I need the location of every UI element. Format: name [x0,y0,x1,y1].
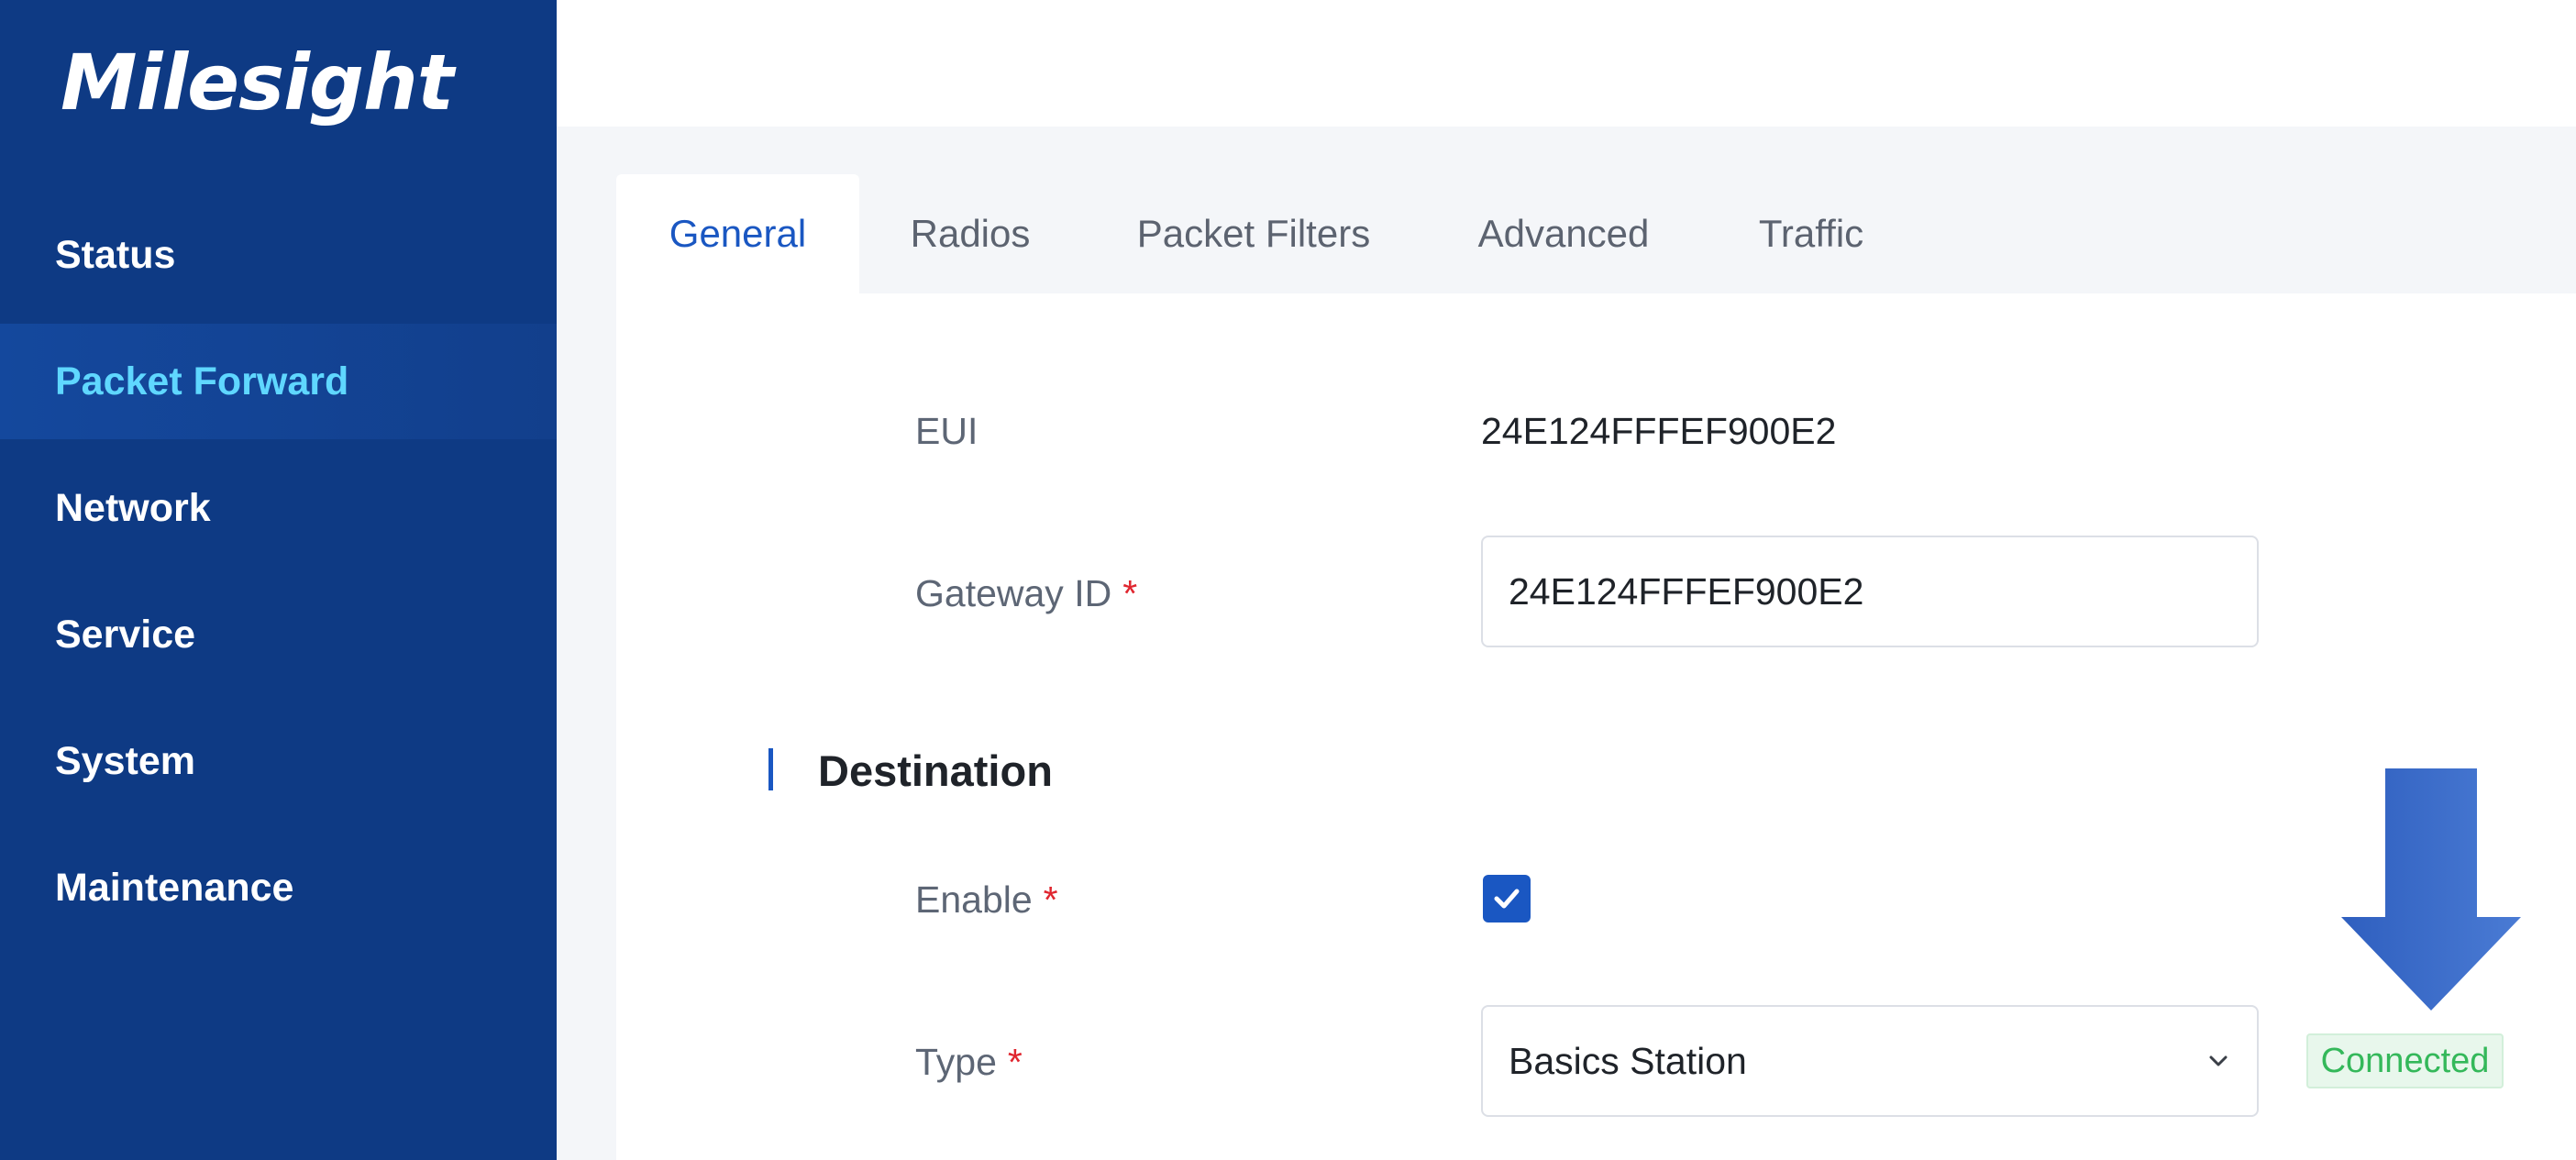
chevron-down-icon [2206,1048,2231,1074]
gateway-id-label: Gateway ID * [915,557,1137,630]
type-label: Type * [915,1025,1023,1099]
section-accent-bar [768,748,773,790]
sidebar-item-status[interactable]: Status [0,197,557,313]
sidebar-item-network[interactable]: Network [0,450,557,566]
sidebar-item-service[interactable]: Service [0,577,557,692]
tab-general[interactable]: General [616,174,859,293]
gateway-id-label-text: Gateway ID [915,571,1112,614]
tab-packet-filters[interactable]: Packet Filters [1111,174,1396,293]
sidebar-item-system[interactable]: System [0,703,557,819]
sidebar-item-packet-forward[interactable]: Packet Forward [0,324,557,439]
eui-value: 24E124FFFEF900E2 [1481,409,1837,452]
enable-label-text: Enable [915,878,1033,921]
tab-radios[interactable]: Radios [879,174,1062,293]
sidebar-item-maintenance[interactable]: Maintenance [0,830,557,945]
sidebar: Milesight Status Packet Forward Network … [0,0,557,1160]
enable-label: Enable * [915,863,1058,936]
tab-traffic[interactable]: Traffic [1733,174,1889,293]
destination-section-title: Destination [818,746,1053,795]
enable-checkbox[interactable] [1483,875,1531,922]
milesight-logo: Milesight [60,38,454,127]
arrow-down-icon [2341,768,2521,1011]
type-select[interactable]: Basics Station [1481,1005,2259,1117]
required-mark: * [1007,1040,1023,1083]
required-mark: * [1122,571,1138,614]
tab-advanced[interactable]: Advanced [1458,174,1669,293]
top-header [557,0,2576,127]
required-mark: * [1043,878,1058,921]
type-label-text: Type [915,1040,997,1083]
gateway-id-input[interactable]: 24E124FFFEF900E2 [1481,536,2259,647]
type-select-value: Basics Station [1509,1039,1747,1082]
check-icon [1494,889,1520,909]
connection-status-badge: Connected [2306,1033,2504,1088]
eui-label: EUI [915,409,978,452]
